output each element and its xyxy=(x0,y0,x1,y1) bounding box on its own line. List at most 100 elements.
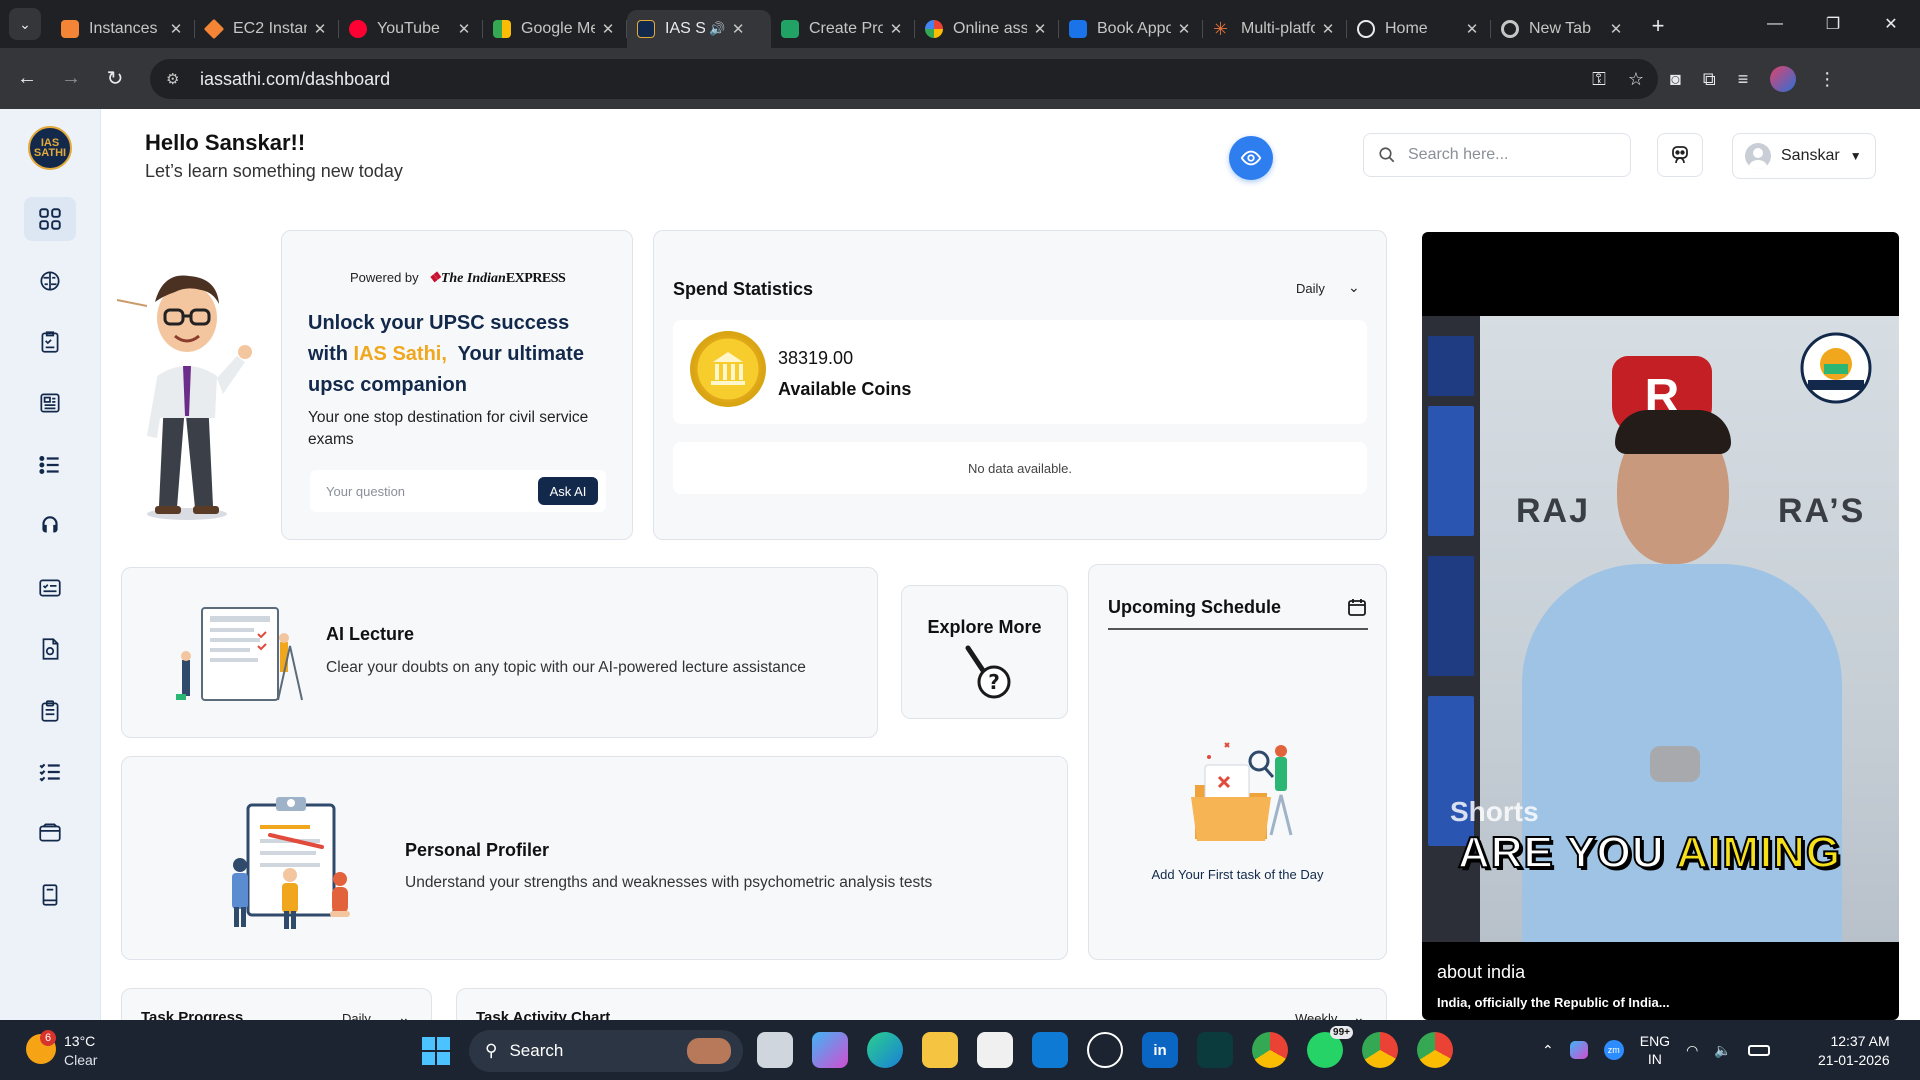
browser-tab[interactable]: Instances ✕ xyxy=(51,10,195,48)
ai-bot-button[interactable] xyxy=(1657,133,1703,177)
browser-tab[interactable]: EC2 Instances✕ xyxy=(195,10,339,48)
site-info-icon[interactable]: ⚙ xyxy=(166,70,188,88)
personal-profiler-card[interactable]: Personal Profiler Understand your streng… xyxy=(121,756,1068,960)
close-icon[interactable]: ✕ xyxy=(455,20,473,38)
sidebar-item-document[interactable] xyxy=(24,627,76,671)
close-icon[interactable]: ✕ xyxy=(311,20,329,38)
chrome-icon[interactable] xyxy=(1252,1032,1288,1068)
sidebar-item-news[interactable] xyxy=(24,381,76,425)
system-clock[interactable]: 12:37 AM 21-01-2026 xyxy=(1818,1032,1890,1070)
wifi-icon[interactable]: ◠ xyxy=(1686,1042,1698,1059)
back-icon[interactable]: ← xyxy=(10,62,44,96)
store-icon[interactable] xyxy=(977,1032,1013,1068)
browser-tab[interactable]: Online assessment✕ xyxy=(915,10,1059,48)
schedule-empty-text[interactable]: Add Your First task of the Day xyxy=(1089,867,1386,882)
sidebar-item-list[interactable] xyxy=(24,443,76,487)
task-activity-period[interactable]: Weekly xyxy=(1295,1011,1337,1020)
address-url[interactable]: iassathi.com/dashboard xyxy=(200,69,390,90)
chrome-profile-2-icon[interactable] xyxy=(1417,1032,1453,1068)
perplexity-icon[interactable] xyxy=(1197,1032,1233,1068)
linkedin-icon[interactable]: in xyxy=(1142,1032,1178,1068)
browser-tab[interactable]: New Tab ✕ xyxy=(1491,10,1635,48)
file-explorer-icon[interactable] xyxy=(922,1032,958,1068)
close-window-icon[interactable]: ✕ xyxy=(1862,0,1920,48)
video-player[interactable]: R RAJ RA’S Shorts ARE YOU AIMING about i… xyxy=(1422,232,1899,1020)
forward-icon[interactable]: → xyxy=(54,62,88,96)
sidebar-item-brain-ai[interactable] xyxy=(24,259,76,303)
sidebar-item-tests[interactable] xyxy=(24,320,76,364)
video-title[interactable]: about india xyxy=(1437,962,1525,983)
restore-icon[interactable]: ❐ xyxy=(1804,0,1862,48)
browser-tab[interactable]: ✳Multi-platform✕ xyxy=(1203,10,1347,48)
extensions-icon[interactable]: ⧉ xyxy=(1703,69,1716,90)
edge-icon[interactable] xyxy=(867,1032,903,1068)
bookmark-star-icon[interactable]: ☆ xyxy=(1628,69,1644,90)
close-icon[interactable]: ✕ xyxy=(1175,20,1193,38)
speaker-icon[interactable]: 🔊 xyxy=(709,21,725,37)
address-bar[interactable]: ⚙ iassathi.com/dashboard ⚿ ☆ xyxy=(150,59,1658,99)
task-view-icon[interactable] xyxy=(757,1032,793,1068)
chevron-down-icon[interactable]: ⌄ xyxy=(398,1009,410,1020)
tab-search-button[interactable]: ⌄ xyxy=(9,8,41,40)
search-box[interactable] xyxy=(1363,133,1631,177)
browser-tab[interactable]: Home ✕ xyxy=(1347,10,1491,48)
calendar-icon[interactable] xyxy=(1347,597,1367,617)
sidebar-item-book[interactable] xyxy=(24,873,76,917)
explore-more-card[interactable]: Explore More ? xyxy=(901,585,1068,719)
windows-start-icon[interactable] xyxy=(421,1036,451,1066)
ask-ai-button[interactable]: Ask AI xyxy=(538,477,598,505)
profile-avatar[interactable] xyxy=(1770,66,1797,92)
wallet-icon xyxy=(39,823,61,842)
question-input[interactable] xyxy=(326,483,526,499)
browser-tab[interactable]: YouTube ✕ xyxy=(339,10,483,48)
chevron-up-icon[interactable]: ⌃ xyxy=(1542,1042,1554,1059)
video-frame[interactable]: R RAJ RA’S Shorts ARE YOU AIMING xyxy=(1422,316,1899,942)
chevron-down-icon[interactable]: ⌄ xyxy=(1348,279,1360,296)
browser-tab-active[interactable]: IAS Sathi🔊✕ xyxy=(627,10,771,48)
sidebar-item-clipboard[interactable] xyxy=(24,689,76,733)
sidebar-item-mentor[interactable] xyxy=(24,504,76,548)
key-icon[interactable]: ⚿ xyxy=(1592,69,1606,90)
close-icon[interactable]: ✕ xyxy=(887,20,905,38)
minimize-icon[interactable]: — xyxy=(1746,0,1804,48)
close-icon[interactable]: ✕ xyxy=(1607,20,1625,38)
chevron-down-icon[interactable]: ⌄ xyxy=(1353,1009,1365,1020)
copilot-icon[interactable] xyxy=(812,1032,848,1068)
language-indicator[interactable]: ENG IN xyxy=(1640,1032,1670,1068)
browser-tab[interactable]: Book Appointment✕ xyxy=(1059,10,1203,48)
sidebar-item-tasks[interactable] xyxy=(24,750,76,794)
camera-icon[interactable]: ◙ xyxy=(1670,69,1681,90)
focus-mode-button[interactable] xyxy=(1229,136,1273,180)
sidebar-item-checklist[interactable] xyxy=(24,566,76,610)
taskbar-search[interactable]: ⚲ Search xyxy=(469,1030,743,1072)
close-icon[interactable]: ✕ xyxy=(1319,20,1337,38)
close-icon[interactable]: ✕ xyxy=(167,20,185,38)
sidebar-item-wallet[interactable] xyxy=(24,811,76,855)
zoom-tray-icon[interactable]: zm xyxy=(1603,1040,1624,1060)
battery-icon[interactable] xyxy=(1747,1044,1770,1056)
volume-icon[interactable]: 🔈 xyxy=(1714,1042,1731,1059)
copilot-tray-icon[interactable] xyxy=(1569,1041,1588,1059)
search-input[interactable] xyxy=(1408,146,1608,164)
media-controls-icon[interactable]: ≡ xyxy=(1738,69,1749,90)
close-icon[interactable]: ✕ xyxy=(1463,20,1481,38)
reload-icon[interactable]: ↻ xyxy=(98,62,132,96)
more-menu-icon[interactable]: ⋮ xyxy=(1818,69,1836,90)
browser-tab[interactable]: Google Meet✕ xyxy=(483,10,627,48)
chatgpt-icon[interactable] xyxy=(1087,1032,1123,1068)
close-icon[interactable]: ✕ xyxy=(1031,20,1049,38)
sidebar-item-dashboard[interactable] xyxy=(24,197,76,241)
browser-tab[interactable]: Create Project✕ xyxy=(771,10,915,48)
spend-period-select[interactable]: Daily xyxy=(1296,281,1325,296)
close-icon[interactable]: ✕ xyxy=(729,20,747,38)
task-progress-period[interactable]: Daily xyxy=(342,1011,371,1020)
vscode-icon[interactable] xyxy=(1032,1032,1068,1068)
close-icon[interactable]: ✕ xyxy=(599,20,617,38)
weather-widget[interactable]: 6 13°C Clear xyxy=(26,1030,156,1072)
chrome-profile-icon[interactable] xyxy=(1362,1032,1398,1068)
ias-sathi-logo[interactable]: IAS SATHI xyxy=(28,126,72,170)
ai-lecture-card[interactable]: AI Lecture Clear your doubts on any topi… xyxy=(121,567,878,738)
whatsapp-icon[interactable]: 99+ xyxy=(1307,1026,1353,1068)
user-menu-button[interactable]: Sanskar ▼ xyxy=(1732,133,1876,179)
new-tab-button[interactable]: + xyxy=(1643,11,1673,41)
